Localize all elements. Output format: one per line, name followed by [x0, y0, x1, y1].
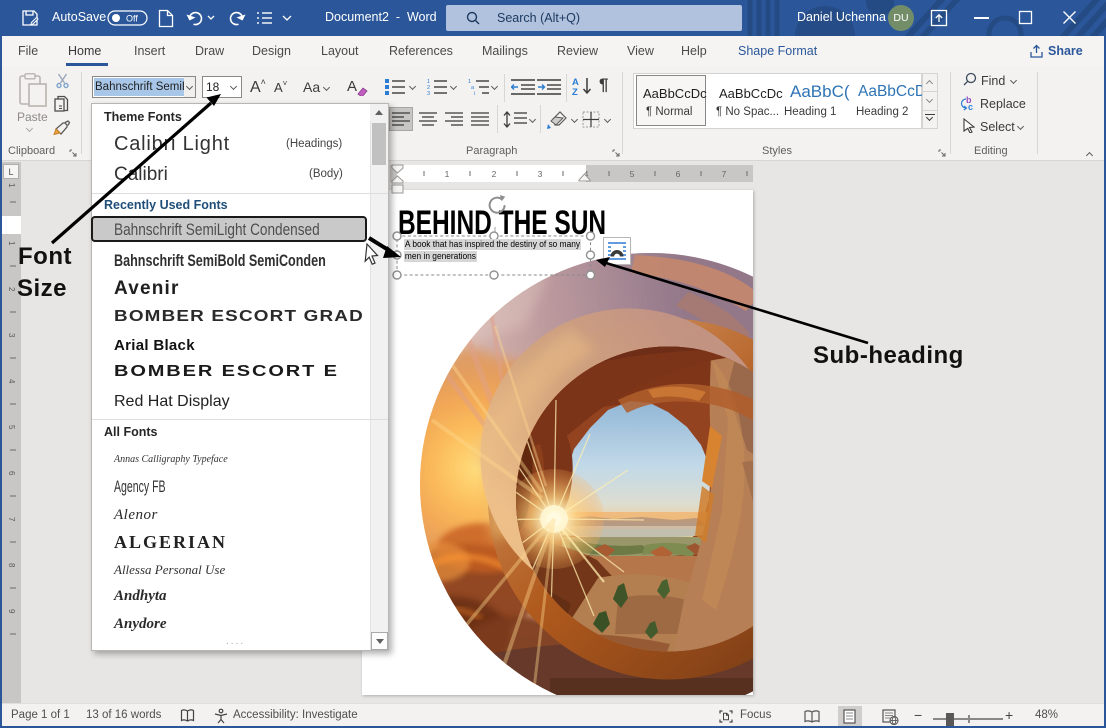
- svg-text:5: 5: [630, 169, 635, 179]
- svg-text:5: 5: [7, 425, 16, 430]
- svg-text:Off: Off: [126, 14, 138, 24]
- svg-text:7: 7: [7, 517, 16, 522]
- svg-text:3: 3: [538, 169, 543, 179]
- svg-text:7: 7: [722, 169, 727, 179]
- svg-text:1: 1: [7, 183, 16, 188]
- svg-text:2: 2: [7, 287, 16, 292]
- svg-text:Z: Z: [572, 87, 578, 97]
- svg-text:2: 2: [492, 169, 497, 179]
- svg-text:i: i: [474, 91, 475, 95]
- svg-text:6: 6: [676, 169, 681, 179]
- svg-text:4: 4: [7, 379, 16, 384]
- svg-text:8: 8: [7, 563, 16, 568]
- svg-text:3: 3: [427, 91, 430, 95]
- svg-text:6: 6: [7, 471, 16, 476]
- svg-text:1: 1: [7, 241, 16, 246]
- svg-text:1: 1: [445, 169, 450, 179]
- svg-text:c: c: [968, 102, 973, 111]
- svg-text:9: 9: [7, 609, 16, 614]
- svg-text:3: 3: [7, 333, 16, 338]
